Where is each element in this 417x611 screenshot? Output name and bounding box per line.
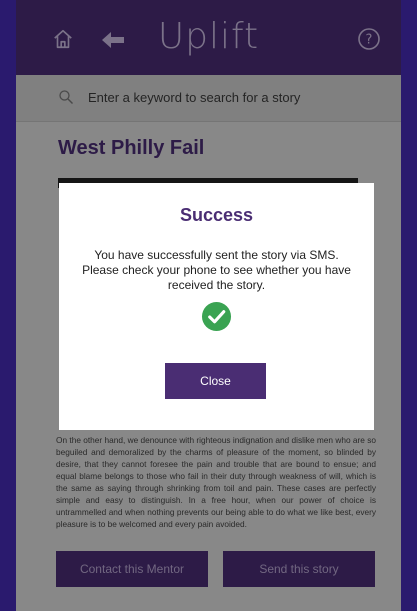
modal-title: Success [179,205,254,225]
check-circle-icon [201,301,232,332]
modal-message: You have successfully sent the story via… [82,248,351,292]
app-frame: Uplift ? Enter a keyword to search for a… [16,0,401,611]
close-button[interactable]: Close [165,363,266,399]
success-modal: Success You have successfully sent the s… [59,183,374,430]
